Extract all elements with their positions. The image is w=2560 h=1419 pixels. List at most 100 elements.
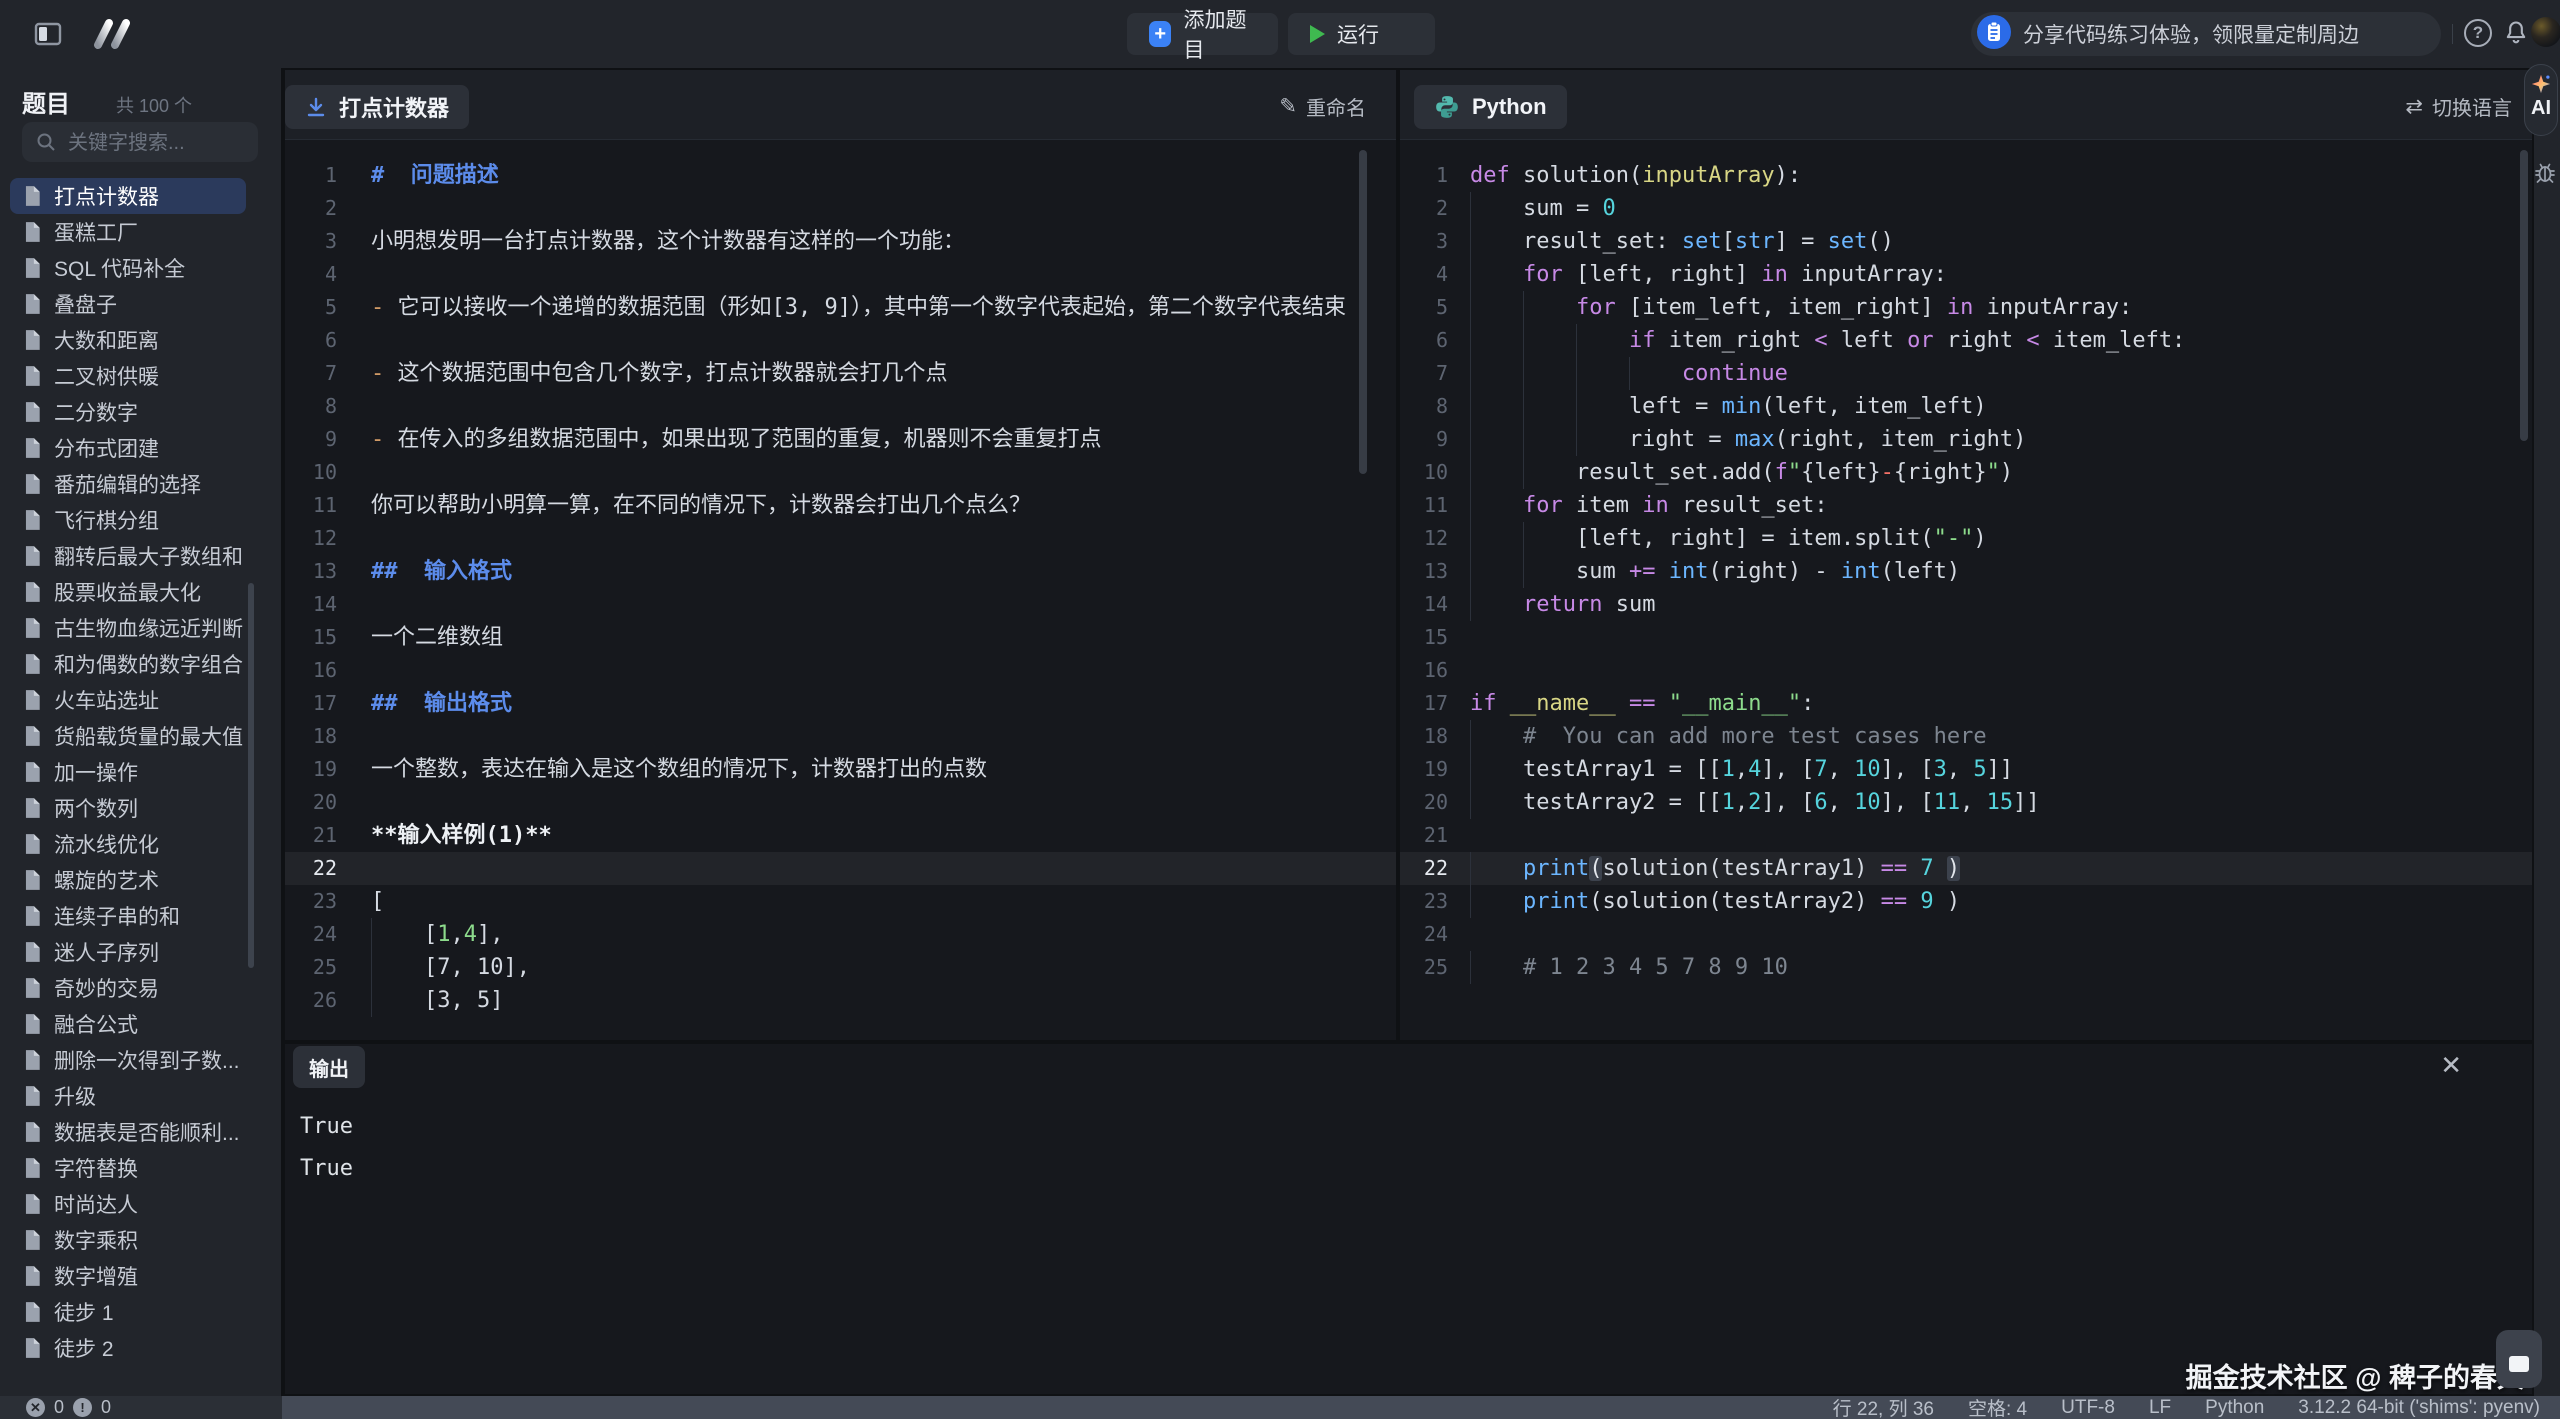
editor-line[interactable]: 12 [285,522,1396,555]
sidebar-item[interactable]: 数字增殖 [10,1258,246,1294]
editor-line[interactable]: 26 [3, 5] [285,984,1396,1017]
editor-line[interactable]: 16 [285,654,1396,687]
sidebar-item[interactable]: 升级 [10,1078,246,1114]
sidebar-toggle-icon[interactable] [28,14,68,54]
sidebar-item[interactable]: 二叉树供暖 [10,358,246,394]
cursor-position[interactable]: 行 22, 列 36 [1833,1394,1934,1419]
sidebar-item[interactable]: 古生物血缘远近判断 [10,610,246,646]
sidebar-item[interactable]: 蛋糕工厂 [10,214,246,250]
editor-line[interactable]: 3 result_set: set[str] = set() [1400,225,2532,258]
indent-setting[interactable]: 空格: 4 [1968,1394,2027,1419]
app-logo-icon[interactable] [88,16,142,52]
sidebar-item[interactable]: 流水线优化 [10,826,246,862]
editor-line[interactable]: 5 for [item_left, item_right] in inputAr… [1400,291,2532,324]
help-icon[interactable]: ? [2464,19,2492,47]
editor-line[interactable]: 11你可以帮助小明算一算，在不同的情况下，计数器会打出几个点么？ [285,489,1396,522]
editor-line[interactable]: 4 for [left, right] in inputArray: [1400,258,2532,291]
editor-line[interactable]: 23 print(solution(testArray2) == 9 ) [1400,885,2532,918]
editor-line[interactable]: 19 testArray1 = [[1,4], [7, 10], [3, 5]] [1400,753,2532,786]
search-box[interactable] [22,122,258,162]
sidebar-item[interactable]: 番茄编辑的选择 [10,466,246,502]
sidebar-item[interactable]: 大数和距离 [10,322,246,358]
sidebar-item[interactable]: 火车站选址 [10,682,246,718]
sidebar-scrollbar[interactable] [248,583,254,968]
close-icon[interactable]: ✕ [2440,1050,2462,1081]
problem-tab[interactable]: 打点计数器 [285,85,469,129]
add-problem-button[interactable]: + 添加题目 [1127,13,1278,55]
editor-line[interactable]: 10 [285,456,1396,489]
editor-line[interactable]: 14 [285,588,1396,621]
language-tab-python[interactable]: Python [1414,85,1567,129]
sidebar-item[interactable]: 叠盘子 [10,286,246,322]
notification-bell-icon[interactable] [2502,19,2530,47]
editor-line[interactable]: 9 right = max(right, item_right) [1400,423,2532,456]
editor-line[interactable]: 6 if item_right < left or right < item_l… [1400,324,2532,357]
editor-line[interactable]: 10 result_set.add(f"{left}-{right}") [1400,456,2532,489]
sidebar-item[interactable]: 分布式团建 [10,430,246,466]
editor-line[interactable]: 3小明想发明一台打点计数器，这个计数器有这样的一个功能： [285,225,1396,258]
code-editor[interactable]: 1def solution(inputArray):2 sum = 03 res… [1400,140,2532,984]
editor-line[interactable]: 13 sum += int(right) - int(left) [1400,555,2532,588]
editor-line[interactable]: 2 sum = 0 [1400,192,2532,225]
editor-line[interactable]: 23[ [285,885,1396,918]
sidebar-item[interactable]: 融合公式 [10,1006,246,1042]
encoding[interactable]: UTF-8 [2061,1397,2115,1419]
sidebar-item[interactable]: 和为偶数的数字组合 [10,646,246,682]
avatar[interactable] [2531,17,2560,47]
problem-editor[interactable]: 1# 问题描述23小明想发明一台打点计数器，这个计数器有这样的一个功能：45- … [285,140,1396,1017]
sidebar-item[interactable]: 翻转后最大子数组和 [10,538,246,574]
editor-line[interactable]: 21**输入样例(1)** [285,819,1396,852]
output-tab[interactable]: 输出 [293,1046,365,1088]
run-button[interactable]: 运行 [1288,13,1435,55]
editor-line[interactable]: 19一个整数，表达在输入是这个数组的情况下，计数器打出的点数 [285,753,1396,786]
editor-line[interactable]: 14 return sum [1400,588,2532,621]
eol-setting[interactable]: LF [2149,1397,2171,1419]
editor-line[interactable]: 15一个二维数组 [285,621,1396,654]
sidebar-item[interactable]: 数字乘积 [10,1222,246,1258]
editor-line[interactable]: 24 [1,4], [285,918,1396,951]
problems-status[interactable]: ✕ 0 ! 0 [0,1396,282,1419]
picture-in-picture-button[interactable] [2496,1330,2542,1388]
editor-line[interactable]: 22 print(solution(testArray1) == 7 ) [1400,852,2532,885]
rename-button[interactable]: ✎ 重命名 [1279,92,1366,121]
editor-line[interactable]: 4 [285,258,1396,291]
editor-line[interactable]: 20 [285,786,1396,819]
code-editor-scrollbar[interactable] [2520,150,2528,441]
language-mode[interactable]: Python [2205,1397,2264,1419]
sidebar-item[interactable]: 迷人子序列 [10,934,246,970]
sidebar-item[interactable]: 徒步 2 [10,1330,246,1366]
bug-report-icon[interactable] [2533,158,2557,188]
editor-line[interactable]: 16 [1400,654,2532,687]
editor-line[interactable]: 11 for item in result_set: [1400,489,2532,522]
sidebar-item[interactable]: 飞行棋分组 [10,502,246,538]
editor-line[interactable]: 20 testArray2 = [[1,2], [6, 10], [11, 15… [1400,786,2532,819]
editor-line[interactable]: 18 # You can add more test cases here [1400,720,2532,753]
problem-editor-scrollbar[interactable] [1359,150,1367,474]
sidebar-item[interactable]: 数据表是否能顺利... [10,1114,246,1150]
editor-line[interactable]: 25 # 1 2 3 4 5 7 8 9 10 [1400,951,2532,984]
editor-line[interactable]: 25 [7, 10], [285,951,1396,984]
editor-line[interactable]: 18 [285,720,1396,753]
sidebar-item[interactable]: SQL 代码补全 [10,250,246,286]
sidebar-item[interactable]: 删除一次得到子数... [10,1042,246,1078]
sidebar-item[interactable]: 时尚达人 [10,1186,246,1222]
sidebar-item[interactable]: 货船载货量的最大值 [10,718,246,754]
ai-assistant-button[interactable]: AI [2524,64,2558,136]
editor-line[interactable]: 2 [285,192,1396,225]
editor-line[interactable]: 17if __name__ == "__main__": [1400,687,2532,720]
interpreter[interactable]: 3.12.2 64-bit ('shims': pyenv) [2298,1397,2540,1419]
editor-line[interactable]: 1def solution(inputArray): [1400,159,2532,192]
editor-line[interactable]: 13## 输入格式 [285,555,1396,588]
editor-line[interactable]: 6 [285,324,1396,357]
switch-language-button[interactable]: ⇄ 切换语言 [2405,92,2512,121]
sidebar-item[interactable]: 螺旋的艺术 [10,862,246,898]
editor-line[interactable]: 9- 在传入的多组数据范围中，如果出现了范围的重复，机器则不会重复打点 [285,423,1396,456]
editor-line[interactable]: 7 continue [1400,357,2532,390]
editor-line[interactable]: 15 [1400,621,2532,654]
editor-line[interactable]: 1# 问题描述 [285,159,1396,192]
sidebar-item[interactable]: 两个数列 [10,790,246,826]
sidebar-item[interactable]: 奇妙的交易 [10,970,246,1006]
editor-line[interactable]: 8 [285,390,1396,423]
editor-line[interactable]: 17## 输出格式 [285,687,1396,720]
search-input[interactable] [66,122,250,164]
